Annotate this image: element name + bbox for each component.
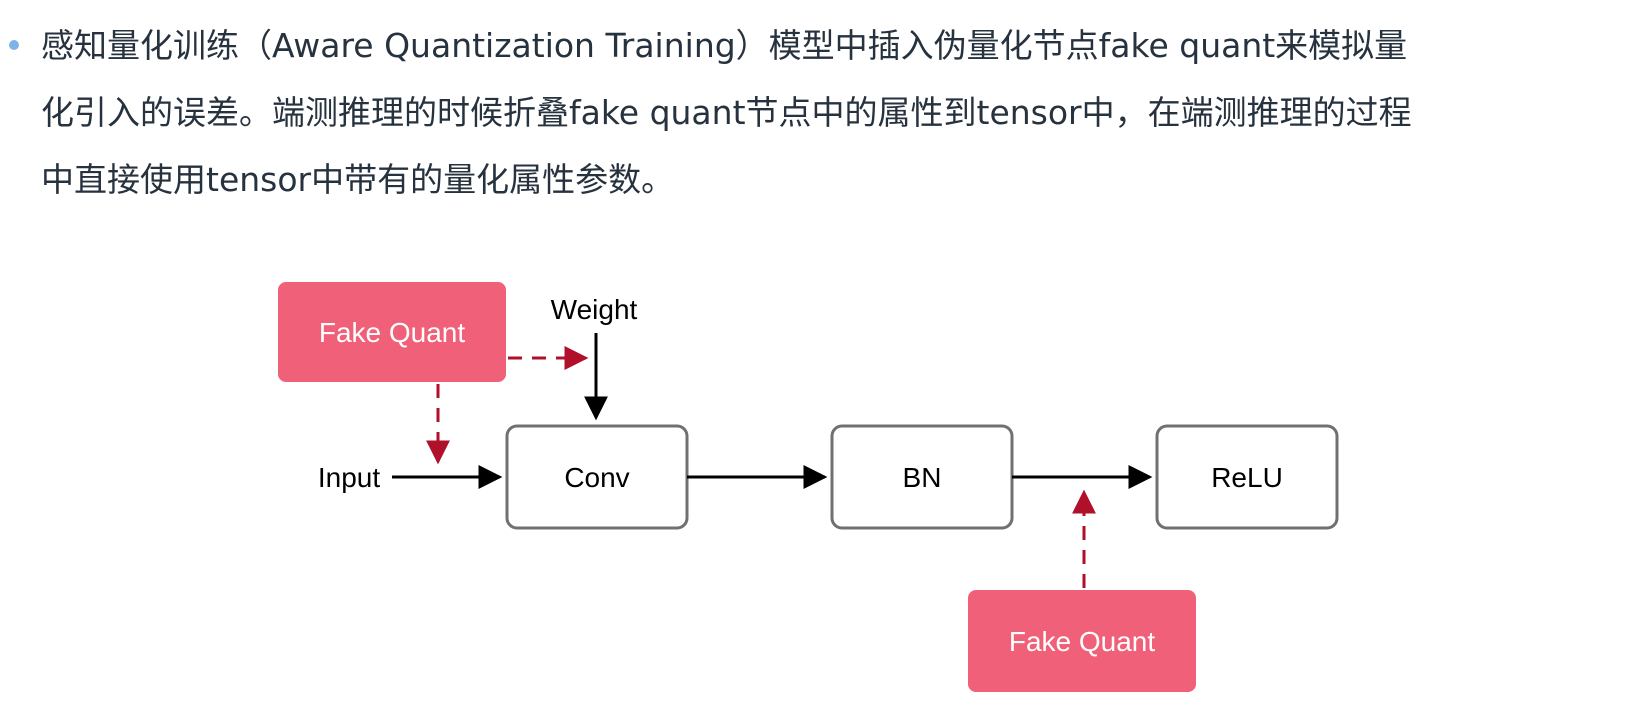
- conv-node: Conv: [505, 424, 689, 530]
- bn-node: BN: [830, 424, 1014, 530]
- quantization-diagram: Fake Quant Weight Input Conv BN ReLU Fak…: [0, 0, 1635, 707]
- fake-quant-bottom-node: Fake Quant: [968, 590, 1196, 692]
- relu-label: ReLU: [1211, 462, 1283, 493]
- relu-node: ReLU: [1155, 424, 1339, 530]
- conv-label: Conv: [564, 462, 629, 493]
- weight-label: Weight: [551, 294, 638, 325]
- fake-quant-top-node: Fake Quant: [278, 282, 506, 382]
- fake-quant-bottom-label: Fake Quant: [1009, 626, 1156, 657]
- diagram-svg: Fake Quant Weight Input Conv BN ReLU Fak…: [278, 282, 1339, 692]
- input-label: Input: [318, 462, 380, 493]
- bn-label: BN: [903, 462, 942, 493]
- fake-quant-top-label: Fake Quant: [319, 317, 466, 348]
